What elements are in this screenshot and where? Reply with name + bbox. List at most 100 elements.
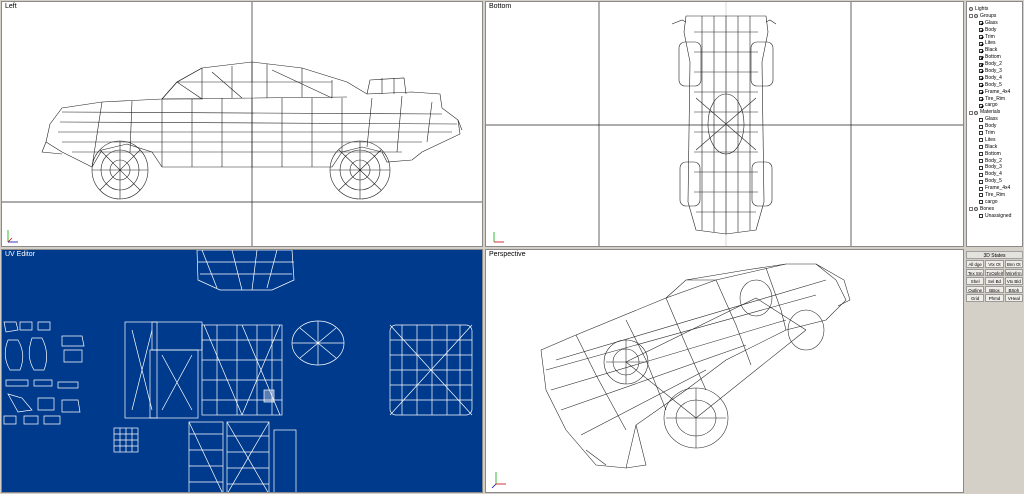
checkbox-icon[interactable] [979,97,983,102]
checkbox-icon[interactable] [979,90,983,95]
tree-material-item[interactable]: Lites [967,137,1022,144]
collapse-icon[interactable]: - [969,14,973,19]
tree-group-item[interactable]: Body_4 [967,75,1022,82]
tree-material-item[interactable]: cargo [967,199,1022,206]
scene-tree: Lights - Groups Glass Body Trim Lites Bl… [967,2,1022,220]
state-button[interactable]: Phmd [985,294,1004,302]
material-icon [979,124,983,129]
checkbox-icon[interactable] [979,48,983,53]
uv-islands [3,250,473,492]
bones-icon [974,207,978,212]
checkbox-icon[interactable] [979,62,983,67]
collapse-icon[interactable]: - [969,110,973,115]
state-button[interactable]: Grid [966,294,985,302]
state-button[interactable]: Vtx Ot [985,260,1004,268]
material-icon [979,200,983,205]
axis-gizmo-icon [491,472,506,489]
uv-canvas[interactable] [2,250,483,493]
viewport-bottom-label: Bottom [489,3,512,10]
tree-materials[interactable]: - Materials [967,109,1022,116]
state-button[interactable]: Wirefrm [1004,268,1023,277]
tree-bones[interactable]: - Bones [967,206,1022,213]
state-button[interactable]: BBox [985,285,1004,294]
states-title: 3D States [966,251,1023,259]
state-button[interactable]: Shel [966,277,985,285]
tree-material-item[interactable]: Body_3 [967,164,1022,171]
state-button[interactable]: Vtx Bld [1004,277,1023,285]
material-icon [979,117,983,122]
viewport-left[interactable]: Left [1,1,483,247]
state-button[interactable]: VHeal [1004,294,1023,302]
material-icon [979,193,983,198]
checkbox-icon[interactable] [979,35,983,39]
checkbox-icon[interactable] [979,69,983,74]
viewport-bottom[interactable]: Bottom [485,1,964,247]
material-icon [979,131,983,136]
scene-tree-panel: Lights - Groups Glass Body Trim Lites Bl… [966,1,1023,247]
checkbox-icon[interactable] [979,21,983,26]
tree-group-item[interactable]: Trim [967,34,1022,41]
state-button[interactable]: Tex Sm [966,268,985,277]
left-view-canvas[interactable] [2,2,483,247]
material-icon [979,152,983,157]
tree-material-item[interactable]: Tire_Rim [967,192,1022,199]
checkbox-icon[interactable] [979,76,983,81]
collapse-icon[interactable]: - [969,207,973,212]
tree-bone-item[interactable]: Unassigned [967,213,1022,220]
checkbox-icon[interactable] [979,41,983,46]
checkbox-icon[interactable] [979,28,983,33]
tree-material-item[interactable]: Body_5 [967,178,1022,185]
tree-group-item[interactable]: Tire_Rim [967,96,1022,103]
groups-icon [974,14,978,19]
tree-material-item[interactable]: Glass [967,116,1022,123]
tree-group-item[interactable]: cargo [967,102,1022,109]
tree-lights[interactable]: Lights [967,6,1022,13]
materials-icon [974,110,978,115]
axis-gizmo-icon [7,230,18,243]
state-button[interactable]: Outline [966,285,985,294]
state-button[interactable]: TxOpfe(t [985,268,1004,277]
viewport-perspective-label: Perspective [489,251,526,258]
state-button[interactable]: All dge [966,260,985,268]
state-button[interactable]: Bnn Ot [1004,260,1023,268]
tree-group-item[interactable]: Body_3 [967,68,1022,75]
tree-groups[interactable]: - Groups [967,13,1022,20]
tree-material-item[interactable]: Body_4 [967,171,1022,178]
tree-material-item[interactable]: Body_2 [967,158,1022,165]
viewport-left-label: Left [5,3,17,10]
perspective-canvas[interactable] [486,250,964,493]
tree-group-item[interactable]: Body_5 [967,82,1022,89]
bottom-view-canvas[interactable] [486,2,964,247]
tree-group-item[interactable]: Body_2 [967,61,1022,68]
checkbox-icon[interactable] [979,55,983,60]
material-icon [979,145,983,150]
material-icon [979,186,983,191]
tree-material-item[interactable]: Trim [967,130,1022,137]
viewport-uv-label: UV Editor [5,251,35,258]
tree-group-item[interactable]: Lites [967,40,1022,47]
checkbox-icon[interactable] [979,103,983,108]
tree-group-item[interactable]: Glass [967,20,1022,27]
material-icon [979,159,983,164]
tree-group-item[interactable]: Body [967,27,1022,34]
states-grid: All dge Vtx Ot Bnn Ot Tex Sm TxOpfe(t Wi… [966,260,1023,302]
car-perspective-wireframe [540,263,851,469]
material-icon [979,179,983,184]
material-icon [979,172,983,177]
state-button[interactable]: BSph [1004,285,1023,294]
tree-group-item[interactable]: Black [967,47,1022,54]
material-icon [979,138,983,143]
state-button[interactable]: Sel Bd [985,277,1004,285]
checkbox-icon[interactable] [979,83,983,88]
app-window: Left Bottom Lights - Groups Glass Body T… [0,0,1024,494]
tree-material-item[interactable]: Black [967,144,1022,151]
tree-material-item[interactable]: Bottom [967,151,1022,158]
viewport-uv-editor[interactable]: UV Editor [1,249,483,493]
tree-material-item[interactable]: Frame_4x4 [967,185,1022,192]
material-icon [979,165,983,170]
viewport-perspective[interactable]: Perspective [485,249,964,493]
tree-group-item[interactable]: Frame_4x4 [967,89,1022,96]
tree-material-item[interactable]: Body [967,123,1022,130]
tree-group-item[interactable]: Bottom [967,54,1022,61]
bone-icon [979,214,983,219]
